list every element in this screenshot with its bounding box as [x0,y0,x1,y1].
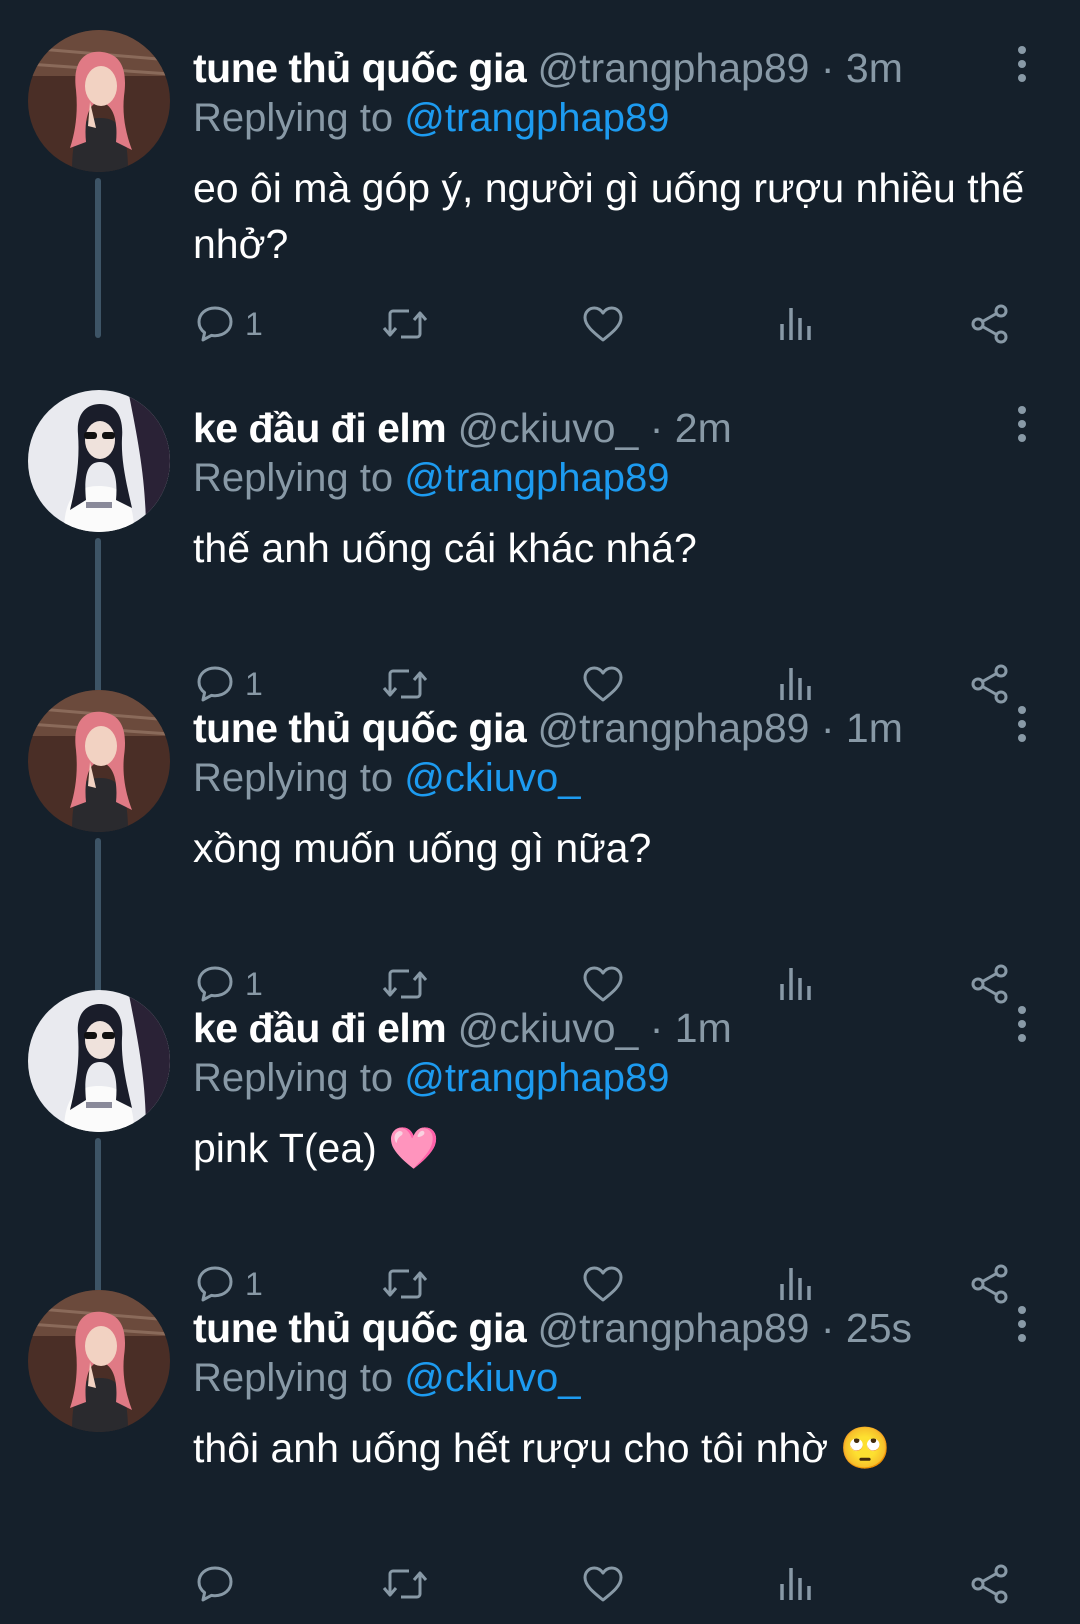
tweet-actions: 1 [0,390,1080,704]
share-button[interactable] [968,302,1012,346]
reply-button[interactable]: 1 [193,302,263,346]
tweet[interactable]: tune thủ quốc gia @trangphap89 · 1m Repl… [0,690,1080,1004]
tweet-actions: 1 [0,690,1080,1004]
tweet[interactable]: ke đầu đi elm @ckiuvo_ · 2m Replying to … [0,390,1080,704]
retweet-button[interactable] [381,302,429,346]
like-icon [581,1562,625,1606]
views-button[interactable] [776,1562,816,1606]
reply-icon [193,302,237,346]
reply-count: 1 [245,306,263,342]
reply-button[interactable] [193,1562,237,1606]
share-icon [968,1562,1012,1606]
retweet-button[interactable] [381,1562,429,1606]
share-button[interactable] [968,1562,1012,1606]
retweet-icon [381,302,429,346]
views-icon [776,302,816,346]
reply-icon [193,1562,237,1606]
tweet[interactable]: tune thủ quốc gia @trangphap89 · 25s Rep… [0,1290,1080,1604]
conversation-thread: tune thủ quốc gia @trangphap89 · 3m Repl… [0,0,1080,1624]
tweet[interactable]: tune thủ quốc gia @trangphap89 · 3m Repl… [0,30,1080,344]
like-button[interactable] [581,302,625,346]
share-icon [968,302,1012,346]
tweet-actions: 1 [0,990,1080,1304]
views-icon [776,1562,816,1606]
tweet[interactable]: ke đầu đi elm @ckiuvo_ · 1m Replying to … [0,990,1080,1304]
tweet-actions [0,1290,1080,1604]
like-icon [581,302,625,346]
views-button[interactable] [776,302,816,346]
like-button[interactable] [581,1562,625,1606]
retweet-icon [381,1562,429,1606]
tweet-actions: 1 [0,30,1080,344]
